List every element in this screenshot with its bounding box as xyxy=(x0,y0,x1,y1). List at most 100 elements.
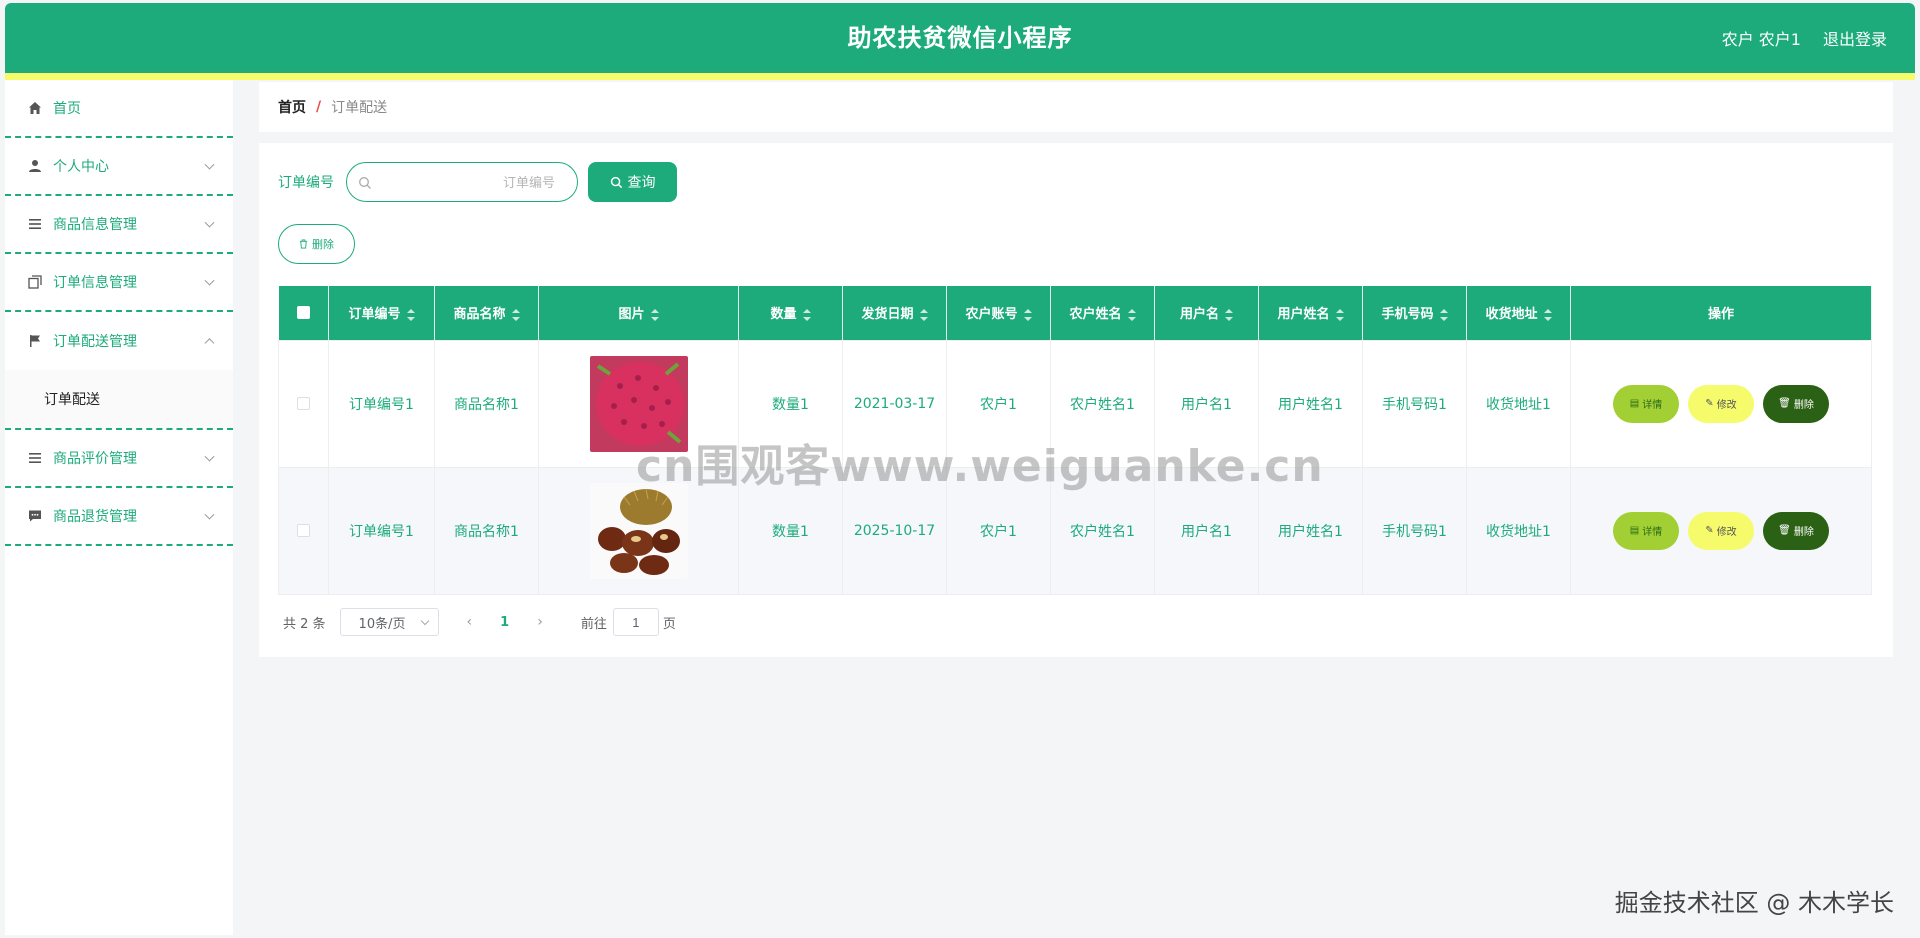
sidebar-item-product-return[interactable]: 商品退货管理 xyxy=(5,488,233,546)
sidebar-item-product-info[interactable]: 商品信息管理 xyxy=(5,196,233,254)
cell-phone: 手机号码1 xyxy=(1362,339,1467,468)
sort-icon[interactable] xyxy=(1225,308,1233,321)
search-input[interactable] xyxy=(375,174,565,190)
list-icon xyxy=(27,216,43,232)
detail-button[interactable]: ▤ 详情 xyxy=(1613,511,1679,550)
flag-icon xyxy=(27,333,43,349)
current-user[interactable]: 农户 农户1 xyxy=(1722,26,1801,50)
cell-address: 收货地址1 xyxy=(1466,466,1571,595)
column-header[interactable]: 数量 xyxy=(738,286,843,340)
chevron-down-icon xyxy=(204,451,215,462)
next-page-button[interactable]: › xyxy=(537,614,543,630)
sidebar-item-home[interactable]: 首页 xyxy=(5,80,233,138)
sort-icon[interactable] xyxy=(511,308,520,321)
search-icon xyxy=(358,175,372,194)
cell-order-no: 订单编号1 xyxy=(328,466,435,595)
breadcrumb-home[interactable]: 首页 xyxy=(278,97,306,117)
batch-delete-label: 删除 xyxy=(312,239,334,251)
sidebar-item-order-info[interactable]: 订单信息管理 xyxy=(5,254,233,312)
column-header[interactable]: 商品名称 xyxy=(434,286,539,340)
row-checkbox[interactable] xyxy=(297,524,310,537)
header-select-all[interactable] xyxy=(278,286,329,340)
home-icon xyxy=(27,100,43,116)
sort-icon[interactable] xyxy=(1023,308,1032,321)
page-suffix: 页 xyxy=(662,616,676,632)
sidebar-item-order-delivery[interactable]: 订单配送管理 xyxy=(5,312,233,370)
detail-button[interactable]: ▤ 详情 xyxy=(1613,384,1679,423)
column-header[interactable]: 手机号码 xyxy=(1362,286,1467,340)
sidebar-item-label: 订单信息管理 xyxy=(53,275,137,291)
sort-icon[interactable] xyxy=(650,308,659,321)
select-all-checkbox[interactable] xyxy=(296,306,310,320)
breadcrumb-separator: / xyxy=(316,99,322,115)
app-title: 助农扶贫微信小程序 xyxy=(847,24,1073,52)
chevron-down-icon xyxy=(204,217,215,228)
document-icon: ▤ xyxy=(1629,525,1640,536)
column-header[interactable]: 用户姓名 xyxy=(1258,286,1363,340)
user-area: 农户 农户1 退出登录 xyxy=(1722,3,1887,73)
column-header[interactable]: 农户账号 xyxy=(946,286,1051,340)
document-icon: ▤ xyxy=(1629,398,1640,409)
query-button-label: 查询 xyxy=(627,174,656,190)
cell-address: 收货地址1 xyxy=(1466,339,1571,468)
chevron-up-icon xyxy=(204,338,215,349)
goto-page-input[interactable] xyxy=(612,608,659,636)
column-header[interactable]: 图片 xyxy=(538,286,739,340)
pagination: 共 2 条 10条/页 ‹ 1 › 前往 页 xyxy=(283,608,676,636)
column-header[interactable]: 农户姓名 xyxy=(1050,286,1155,340)
delete-button[interactable]: 🗑 删除 xyxy=(1763,384,1829,423)
pencil-icon: ✎ xyxy=(1705,525,1714,536)
watermark-corner: 掘金技术社区 @ 木木学长 xyxy=(1614,889,1894,917)
chevron-down-icon xyxy=(204,509,215,520)
sort-icon[interactable] xyxy=(802,308,811,321)
column-header[interactable]: 订单编号 xyxy=(328,286,435,340)
sidebar-item-label: 个人中心 xyxy=(53,159,109,175)
header-accent-stripe xyxy=(5,73,1915,80)
column-header-actions: 操作 xyxy=(1570,286,1872,340)
edit-button[interactable]: ✎ 修改 xyxy=(1688,384,1754,423)
breadcrumb: 首页 / 订单配送 xyxy=(259,82,1893,132)
trash-icon xyxy=(299,239,308,249)
column-header[interactable]: 收货地址 xyxy=(1466,286,1571,340)
sort-icon[interactable] xyxy=(1543,308,1552,321)
product-image-chestnuts[interactable] xyxy=(589,482,688,579)
trash-icon: 🗑 xyxy=(1778,398,1791,409)
prev-page-button[interactable]: ‹ xyxy=(467,614,473,630)
sort-icon[interactable] xyxy=(919,308,928,321)
sidebar-item-label: 订单配送管理 xyxy=(53,334,137,350)
user-icon xyxy=(27,158,43,174)
app-page: 助农扶贫微信小程序 农户 农户1 退出登录 首页 个人中心 商品信息管理 订单信… xyxy=(0,0,1920,938)
chevron-down-icon xyxy=(204,159,215,170)
query-button[interactable]: 查询 xyxy=(588,162,677,202)
main-panel: 订单编号 查询 删除 订单编号 xyxy=(259,143,1893,657)
cell-order-no: 订单编号1 xyxy=(328,339,435,468)
sort-icon[interactable] xyxy=(1127,308,1136,321)
sort-icon[interactable] xyxy=(406,308,415,321)
chat-icon xyxy=(27,508,43,524)
table-header-row: 订单编号 商品名称 图片 数量 发货日期 农户账号 农户姓名 用户名 用户姓名 … xyxy=(278,286,1872,340)
copy-icon xyxy=(27,274,43,290)
page-size-select[interactable]: 10条/页 xyxy=(339,608,439,636)
row-checkbox[interactable] xyxy=(297,397,310,410)
cell-actions: ▤ 详情 ✎ 修改 🗑 删除 xyxy=(1570,466,1872,595)
column-header[interactable]: 发货日期 xyxy=(842,286,947,340)
batch-delete-button[interactable]: 删除 xyxy=(278,224,355,264)
sidebar-item-label: 商品信息管理 xyxy=(53,217,137,233)
goto-label: 前往 xyxy=(580,616,607,632)
search-field-wrapper xyxy=(346,162,578,202)
logout-link[interactable]: 退出登录 xyxy=(1823,26,1887,50)
sort-icon[interactable] xyxy=(1335,308,1344,321)
sidebar-item-product-review[interactable]: 商品评价管理 xyxy=(5,430,233,488)
sort-icon[interactable] xyxy=(1439,308,1448,321)
edit-button[interactable]: ✎ 修改 xyxy=(1688,511,1754,550)
search-icon xyxy=(610,176,622,188)
sidebar-subitem-order-delivery[interactable]: 订单配送 xyxy=(5,370,233,430)
top-header: 助农扶贫微信小程序 农户 农户1 退出登录 xyxy=(5,3,1915,73)
page-number[interactable]: 1 xyxy=(500,615,509,630)
sidebar-item-personal-center[interactable]: 个人中心 xyxy=(5,138,233,196)
column-header[interactable]: 用户名 xyxy=(1154,286,1259,340)
breadcrumb-current: 订单配送 xyxy=(331,100,388,116)
pencil-icon: ✎ xyxy=(1705,398,1714,409)
total-count: 共 2 条 xyxy=(283,616,326,632)
delete-button[interactable]: 🗑 删除 xyxy=(1763,511,1829,550)
